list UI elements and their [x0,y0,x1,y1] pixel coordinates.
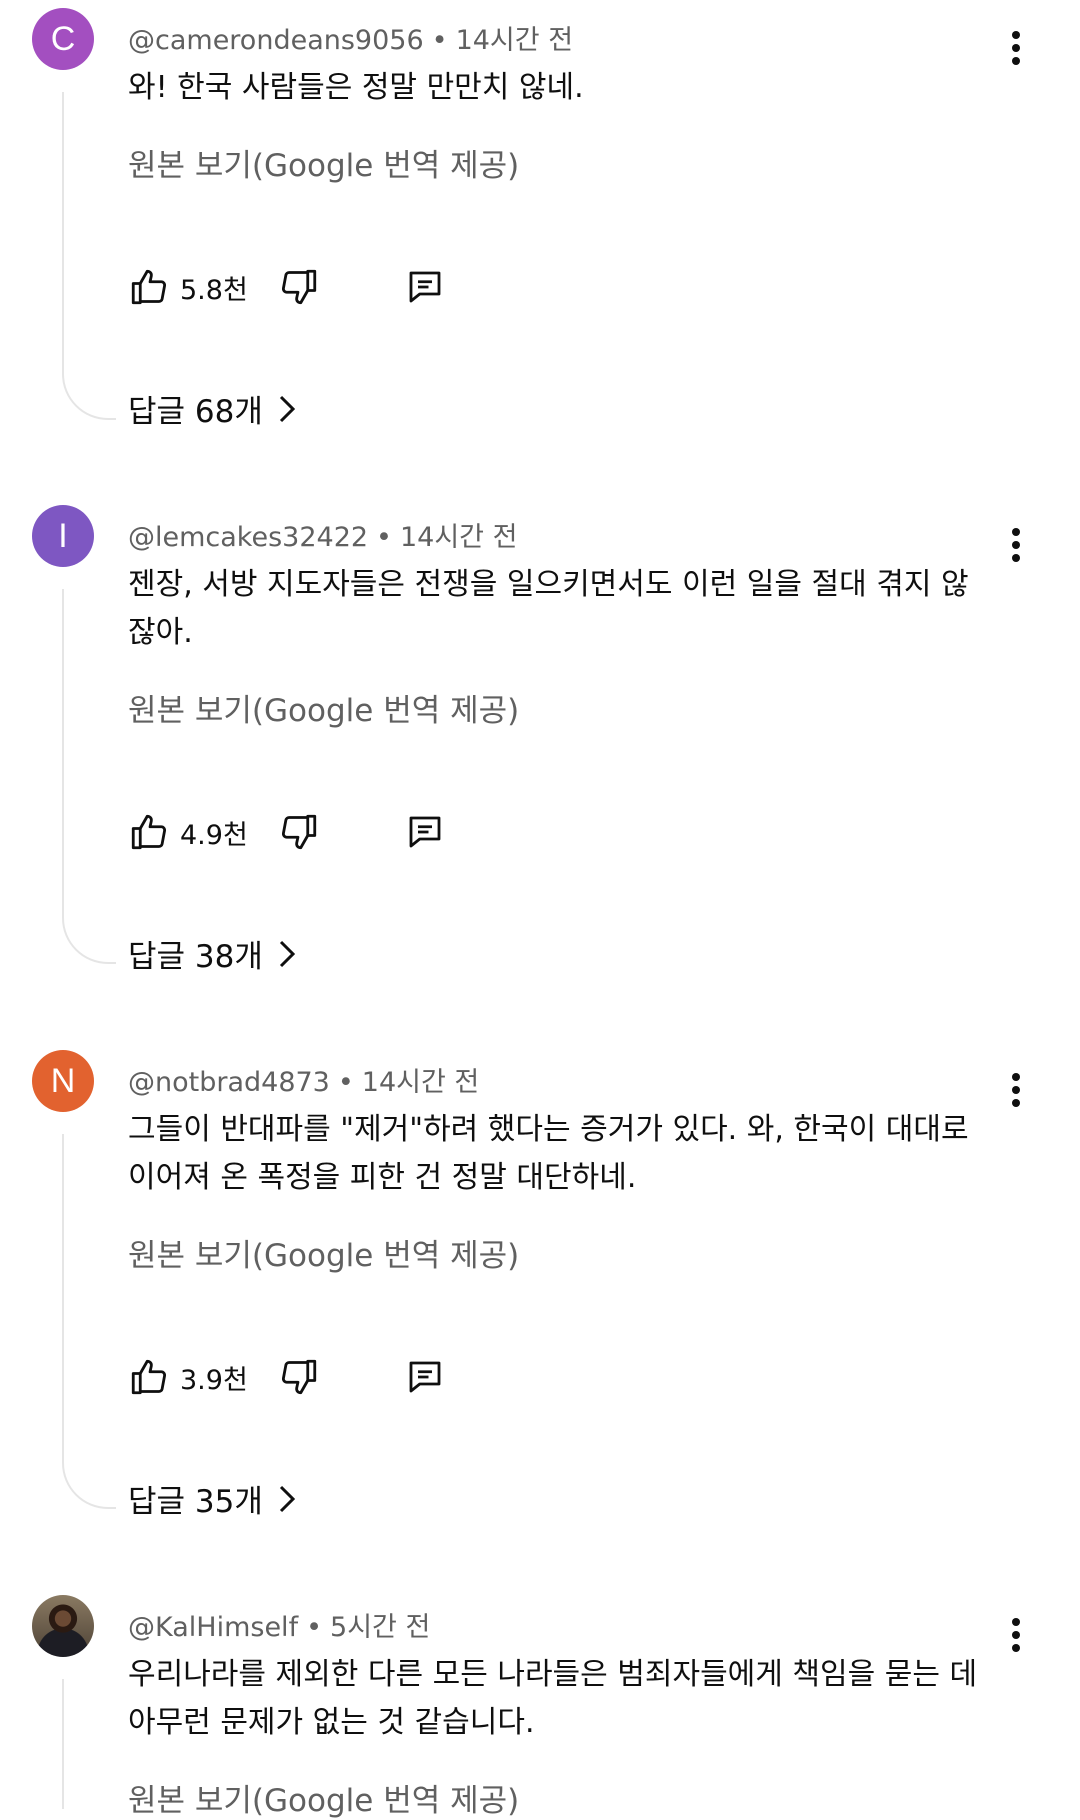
thumb-down-icon[interactable] [276,264,322,310]
more-vertical-icon[interactable] [998,1068,1034,1112]
chevron-right-icon [279,395,295,423]
comment: N @notbrad4873 • 14시간 전 그들이 반대파를 "제거"하려 했다… [0,1050,1080,1520]
comment-actions: 5.8천 [126,262,448,312]
comment-meta: @lemcakes32422 • 14시간 전 [128,515,517,554]
avatar[interactable]: C [32,8,94,70]
replies-count: 답글 68개 [128,394,263,430]
separator: • [431,25,448,56]
thumb-up-icon[interactable] [126,809,172,855]
thread-line [62,589,116,964]
comment-meta: @KalHimself • 5시간 전 [128,1605,430,1644]
view-original-link[interactable]: 원본 보기(Google 번역 제공) [128,1775,519,1820]
comment-text: 젠장, 서방 지도자들은 전쟁을 일으키면서도 이런 일을 절대 겪지 않잖아. [128,567,969,650]
separator: • [376,522,392,553]
comment-icon[interactable] [402,264,448,310]
comment-text: 그들이 반대파를 "제거"하려 했다는 증거가 있다. 와, 한국이 대대로 이… [128,1112,969,1195]
like-count: 4.9천 [180,819,248,851]
thumb-down-icon[interactable] [276,809,322,855]
comment-text: 우리나라를 제외한 다른 모든 나라들은 범죄자들에게 책임을 묻는 데 아무런… [128,1657,978,1740]
more-vertical-icon[interactable] [998,1613,1034,1657]
more-vertical-icon[interactable] [998,523,1034,567]
thread-line [62,1134,116,1509]
replies-count: 답글 35개 [128,1484,263,1520]
view-replies-button[interactable]: 답글 38개 [128,931,295,976]
comment-meta: @notbrad4873 • 14시간 전 [128,1060,479,1099]
comment-icon[interactable] [402,809,448,855]
comment-text: 와! 한국 사람들은 정말 만만치 않네. [128,70,584,105]
view-replies-button[interactable]: 답글 35개 [128,1476,295,1521]
timestamp: 14시간 전 [399,522,518,553]
comment-actions: 4.9천 [126,807,448,857]
avatar[interactable]: N [32,1050,94,1112]
thread-line [62,92,116,420]
comment: @KalHimself • 5시간 전 우리나라를 제외한 다른 모든 나라들은 범… [0,1595,1080,1819]
avatar[interactable] [32,1595,94,1657]
comment-meta: @camerondeans9056 • 14시간 전 [128,18,573,57]
comment: I @lemcakes32422 • 14시간 전 젠장, 서방 지도자들은 전쟁을… [0,505,1080,975]
chevron-right-icon [279,940,295,968]
comment-actions: 3.9천 [126,1352,448,1402]
like-count: 5.8천 [180,274,248,306]
like-count: 3.9천 [180,1364,248,1396]
timestamp: 14시간 전 [361,1067,480,1098]
comment-icon[interactable] [402,1354,448,1400]
thumb-down-icon[interactable] [276,1354,322,1400]
thread-line [62,1679,116,1809]
replies-count: 답글 38개 [128,939,263,975]
view-original-link[interactable]: 원본 보기(Google 번역 제공) [128,1230,519,1275]
timestamp: 14시간 전 [455,25,574,56]
separator: • [337,1067,354,1098]
thumb-up-icon[interactable] [126,264,172,310]
thumb-up-icon[interactable] [126,1354,172,1400]
view-replies-button[interactable]: 답글 68개 [128,386,295,431]
view-original-link[interactable]: 원본 보기(Google 번역 제공) [128,685,519,730]
username[interactable]: @camerondeans9056 [128,25,424,56]
avatar[interactable]: I [32,505,94,567]
view-original-link[interactable]: 원본 보기(Google 번역 제공) [128,140,519,185]
chevron-right-icon [279,1485,295,1513]
timestamp: 5시간 전 [330,1612,431,1643]
more-vertical-icon[interactable] [998,26,1034,70]
username[interactable]: @KalHimself [128,1612,298,1643]
username[interactable]: @lemcakes32422 [128,522,368,553]
username[interactable]: @notbrad4873 [128,1067,330,1098]
comment: C @camerondeans9056 • 14시간 전 와! 한국 사람들은 정말… [0,8,1080,431]
separator: • [306,1612,323,1643]
